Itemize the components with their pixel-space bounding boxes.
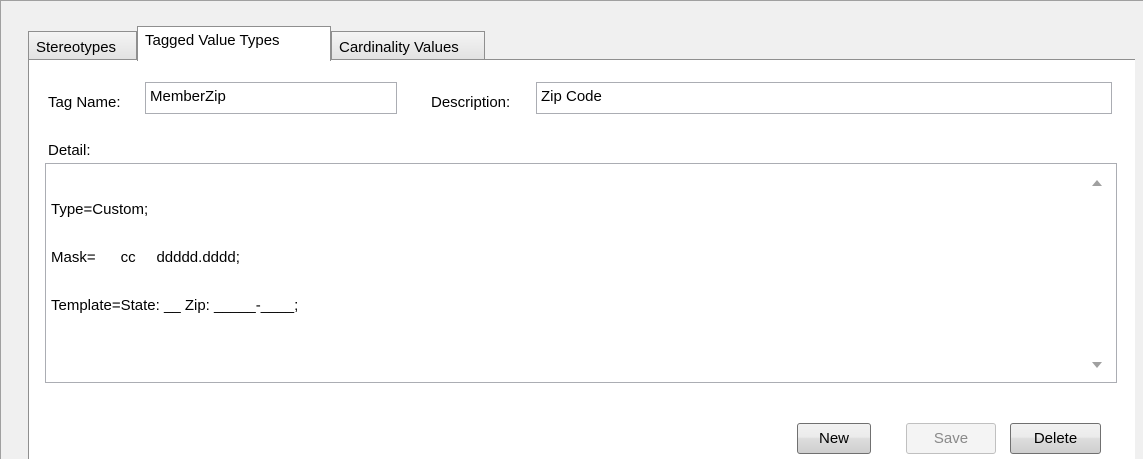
tag-name-label: Tag Name: [48, 94, 121, 111]
delete-button[interactable]: Delete [1010, 423, 1101, 454]
detail-line-mask: Mask= cc ddddd.dddd; [51, 249, 240, 266]
description-label: Description: [431, 94, 511, 111]
detail-scrollbar[interactable] [1082, 164, 1116, 382]
tag-name-input[interactable]: MemberZip [145, 82, 397, 114]
detail-line-template: Template=State: __ Zip: _____-____; [51, 297, 299, 314]
scroll-up-arrow-icon[interactable] [1092, 180, 1102, 186]
tab-cardinality-values[interactable]: Cardinality Values [331, 31, 485, 59]
description-input[interactable]: Zip Code [536, 82, 1112, 114]
detail-label: Detail: [48, 142, 91, 159]
detail-line-type: Type=Custom; [51, 201, 149, 218]
window-top-edge [0, 0, 1143, 1]
new-button[interactable]: New [797, 423, 871, 454]
dialog-window: Stereotypes Tagged Value Types Cardinali… [0, 0, 1143, 459]
window-left-edge [0, 0, 1, 459]
tab-stereotypes[interactable]: Stereotypes [28, 31, 137, 59]
detail-textarea[interactable]: Type=Custom; Mask= cc ddddd.dddd; Templa… [45, 163, 1117, 383]
tab-tagged-value-types[interactable]: Tagged Value Types [137, 26, 331, 61]
scroll-down-arrow-icon[interactable] [1092, 362, 1102, 368]
detail-text: Type=Custom; Mask= cc ddddd.dddd; Templa… [51, 170, 1076, 346]
save-button[interactable]: Save [906, 423, 996, 454]
